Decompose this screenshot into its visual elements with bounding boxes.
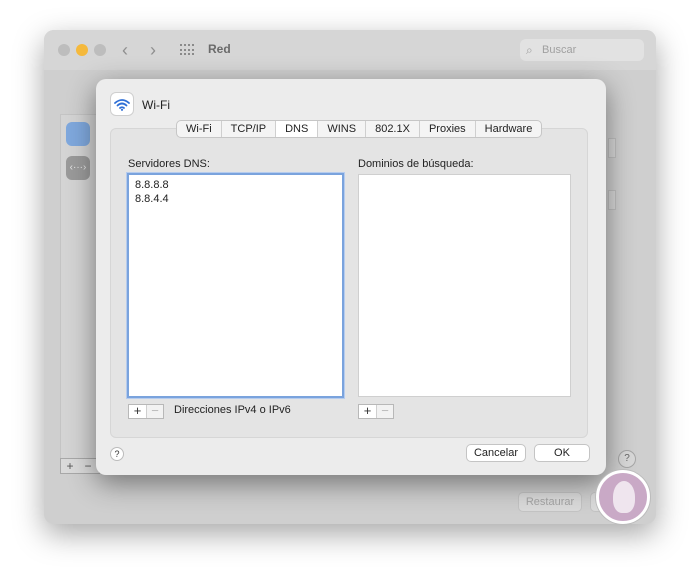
cancel-button[interactable]: Cancelar: [466, 444, 526, 462]
background-control: [608, 190, 616, 210]
service-add-remove[interactable]: + −: [60, 458, 100, 474]
dns-servers-list[interactable]: 8.8.8.8 8.8.4.4: [127, 173, 344, 398]
tab-bar: Wi-Fi TCP/IP DNS WINS 802.1X Proxies Har…: [176, 120, 543, 138]
tab-hardware[interactable]: Hardware: [476, 121, 542, 137]
search-icon: ⌕: [526, 43, 533, 57]
list-item[interactable]: 8.8.4.4: [129, 192, 342, 206]
help-icon[interactable]: ?: [110, 447, 124, 461]
ok-button[interactable]: OK: [534, 444, 590, 462]
search-domains-label: Dominios de búsqueda:: [358, 158, 474, 170]
remove-service-button[interactable]: −: [79, 459, 97, 473]
background-help-button[interactable]: ?: [618, 450, 636, 468]
dialog-title: Wi-Fi: [142, 98, 170, 112]
sidebar-other-service[interactable]: ‹···›: [66, 156, 90, 180]
minimize-window-button[interactable]: [76, 44, 88, 56]
tab-wins[interactable]: WINS: [318, 121, 367, 137]
tab-wifi[interactable]: Wi-Fi: [177, 121, 222, 137]
dns-add-remove-control: + −: [128, 404, 164, 419]
grid-icon[interactable]: [180, 44, 194, 56]
search-placeholder: Buscar: [542, 44, 577, 56]
tab-dns[interactable]: DNS: [276, 121, 319, 137]
tab-tcpip[interactable]: TCP/IP: [222, 121, 277, 137]
dns-address-hint: Direcciones IPv4 o IPv6: [174, 404, 291, 416]
tab-proxies[interactable]: Proxies: [420, 121, 476, 137]
add-search-domain-button[interactable]: +: [359, 404, 376, 418]
restore-button[interactable]: Restaurar: [518, 492, 582, 512]
search-domains-list[interactable]: [358, 174, 571, 397]
sidebar-wifi-service[interactable]: [66, 122, 90, 146]
background-control: [608, 138, 616, 158]
add-service-button[interactable]: +: [61, 459, 79, 473]
remove-dns-server-button[interactable]: −: [146, 404, 163, 418]
wifi-icon: [110, 92, 134, 116]
watermark-logo: [596, 470, 650, 524]
remove-search-domain-button[interactable]: −: [376, 404, 393, 418]
zoom-window-button[interactable]: [94, 44, 106, 56]
window-titlebar: ‹ › Red ⌕ Buscar: [44, 30, 656, 70]
dns-servers-label: Servidores DNS:: [128, 158, 210, 170]
window-title: Red: [208, 42, 231, 56]
list-item[interactable]: 8.8.8.8: [129, 178, 342, 192]
dns-settings-sheet: Wi-Fi Wi-Fi TCP/IP DNS WINS 802.1X Proxi…: [96, 79, 606, 475]
back-arrow-icon[interactable]: ‹: [122, 40, 128, 61]
domains-add-remove-control: + −: [358, 404, 394, 419]
search-field[interactable]: ⌕ Buscar: [520, 39, 644, 61]
forward-arrow-icon[interactable]: ›: [150, 40, 156, 61]
close-window-button[interactable]: [58, 44, 70, 56]
tab-8021x[interactable]: 802.1X: [366, 121, 420, 137]
add-dns-server-button[interactable]: +: [129, 404, 146, 418]
